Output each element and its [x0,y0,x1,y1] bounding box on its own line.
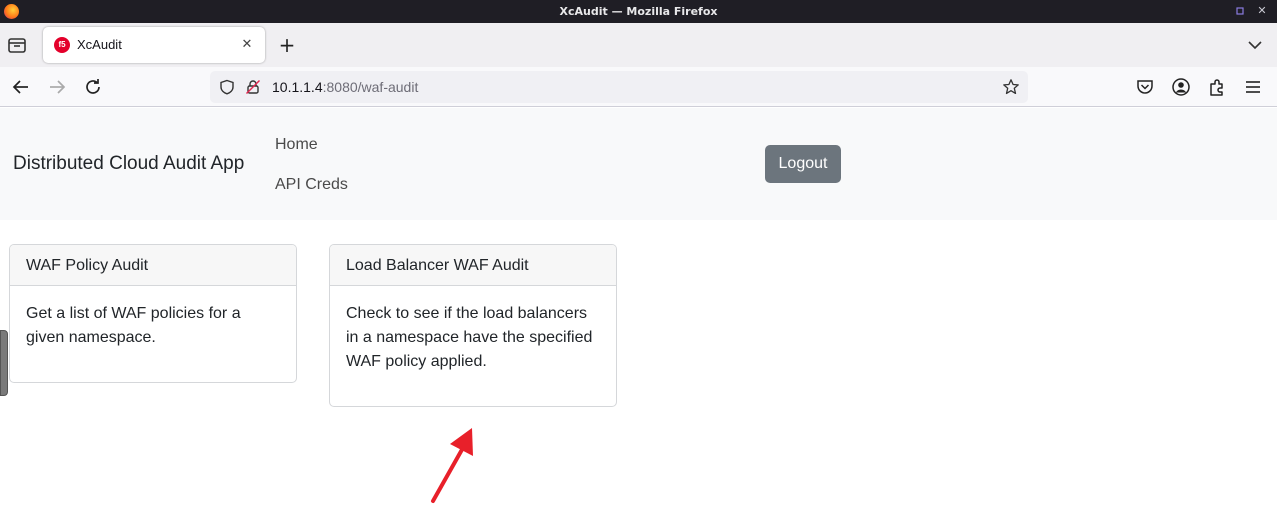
annotation-arrow-icon [420,416,490,506]
window-titlebar: XcAudit — Mozilla Firefox ✕ [0,0,1277,23]
tab-overview-icon[interactable] [6,34,28,56]
back-arrow-icon[interactable] [9,75,33,99]
tab-label: XcAudit [77,37,122,52]
nav-link-home[interactable]: Home [275,136,318,154]
card-header: WAF Policy Audit [10,245,296,286]
url-text[interactable]: 10.1.1.4:8080/waf-audit [272,79,418,95]
url-path: :8080/waf-audit [322,79,419,95]
card-header: Load Balancer WAF Audit [330,245,616,286]
navigation-toolbar: 10.1.1.4:8080/waf-audit [0,67,1277,107]
app-brand[interactable]: Distributed Cloud Audit App [13,153,244,175]
extensions-icon[interactable] [1207,77,1227,97]
card-body: Get a list of WAF policies for a given n… [26,305,241,346]
load-balancer-waf-audit-card[interactable]: Load Balancer WAF Audit Check to see if … [329,244,617,407]
bookmark-star-icon[interactable] [1002,78,1020,96]
side-panel-handle[interactable] [0,330,8,396]
waf-policy-audit-card[interactable]: WAF Policy Audit Get a list of WAF polic… [9,244,297,383]
menu-hamburger-icon[interactable] [1243,77,1263,97]
minimize-icon[interactable] [1233,4,1247,18]
shield-icon[interactable] [219,79,235,95]
chevron-down-icon[interactable] [1245,35,1265,55]
logout-button[interactable]: Logout [765,145,841,183]
nav-link-api-creds[interactable]: API Creds [275,176,348,194]
close-window-icon[interactable]: ✕ [1255,4,1269,18]
page-content: Distributed Cloud Audit App Home API Cre… [0,108,1277,527]
tab-strip: f5 XcAudit ✕ + [0,23,1277,67]
url-host: 10.1.1.4 [272,79,323,95]
account-icon[interactable] [1171,77,1191,97]
tab-xcaudit[interactable]: f5 XcAudit ✕ [43,27,265,63]
insecure-lock-icon[interactable] [245,79,261,95]
url-bar[interactable]: 10.1.1.4:8080/waf-audit [210,71,1028,103]
app-navbar: Distributed Cloud Audit App Home API Cre… [0,108,1277,220]
reload-icon[interactable] [81,75,105,99]
close-tab-icon[interactable]: ✕ [237,35,257,55]
f5-favicon-icon: f5 [54,37,70,53]
new-tab-icon[interactable]: + [276,34,298,56]
pocket-icon[interactable] [1135,77,1155,97]
card-body: Check to see if the load balancers in a … [346,305,593,370]
window-title: XcAudit — Mozilla Firefox [559,5,718,18]
forward-arrow-icon[interactable] [45,75,69,99]
